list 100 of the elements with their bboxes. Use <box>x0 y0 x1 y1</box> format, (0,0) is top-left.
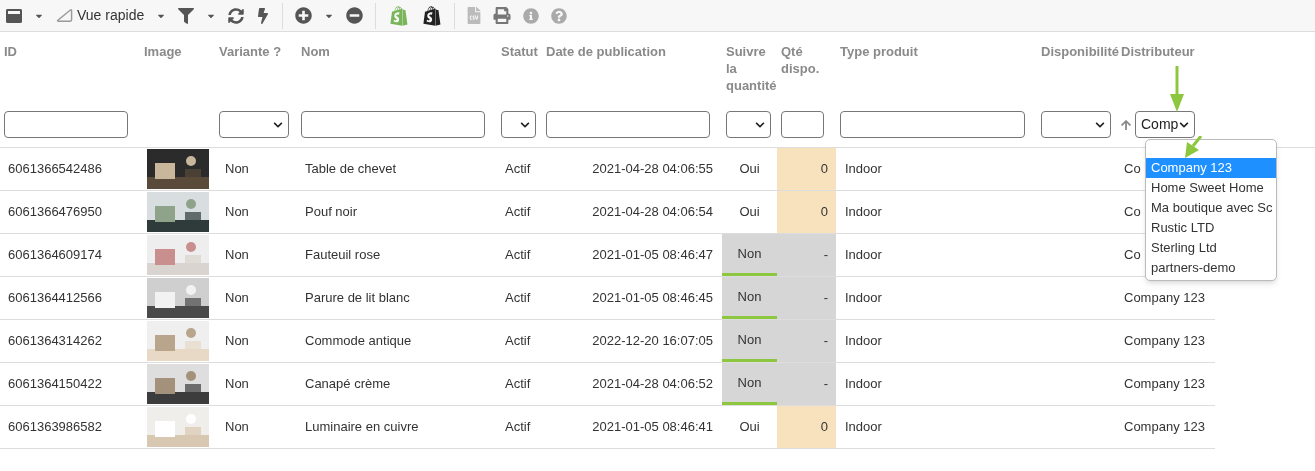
column-header[interactable]: Qté dispo. <box>781 43 836 77</box>
distributor-cell-text: Co <box>1124 160 1141 179</box>
date-cell-text: 2021-04-28 04:06:52 <box>592 375 713 394</box>
quantity-cell: 0 <box>777 148 836 190</box>
id-cell-text: 6061363986582 <box>8 418 102 437</box>
type-cell-text: Indoor <box>845 246 882 265</box>
date-cell-text: 2021-04-28 04:06:54 <box>592 203 713 222</box>
variant-cell-text: Non <box>225 289 249 308</box>
type-cell-text: Indoor <box>845 160 882 179</box>
status-cell-text: Actif <box>505 418 531 437</box>
window-icon[interactable] <box>6 7 22 24</box>
column-header[interactable]: Disponibilité <box>1041 43 1117 60</box>
status-cell-text: Actif <box>505 160 531 179</box>
type-cell-text: Indoor <box>845 418 882 437</box>
filter-select[interactable] <box>219 111 289 138</box>
filter-icon[interactable] <box>178 7 195 24</box>
date-cell-text: 2022-12-20 16:07:05 <box>592 332 713 351</box>
track-quantity-cell: Non <box>722 320 777 362</box>
filter-field[interactable] <box>301 111 485 138</box>
name-cell-text: Commode antique <box>305 332 412 351</box>
dropdown-option[interactable]: Company 123 <box>1146 158 1276 178</box>
chevron-down-icon <box>520 119 530 130</box>
column-header[interactable]: Image <box>144 43 215 60</box>
remove-icon[interactable] <box>346 7 364 24</box>
name-cell-text: Parure de lit blanc <box>305 289 410 308</box>
name-cell-text: Canapé crème <box>305 375 391 394</box>
print-icon[interactable] <box>493 7 512 24</box>
column-header[interactable]: Statut <box>501 43 542 60</box>
filter-select[interactable]: Comp <box>1135 111 1195 138</box>
dropdown-option[interactable]: Home Sweet Home <box>1146 178 1276 198</box>
pointer-arrow <box>1183 136 1203 158</box>
filter-select[interactable] <box>726 111 771 138</box>
id-cell-text: 6061364609174 <box>8 246 102 265</box>
filter-field[interactable] <box>546 111 710 138</box>
distributor-cell-text: Company 123 <box>1124 375 1205 394</box>
dropdown-option[interactable]: Sterling Ltd <box>1146 238 1276 258</box>
sort-arrow-icon[interactable] <box>1121 118 1131 131</box>
distributor-cell-text: Company 123 <box>1124 332 1205 351</box>
status-cell-text: Actif <box>505 246 531 265</box>
column-header[interactable]: Date de publication <box>546 43 722 60</box>
column-header[interactable]: Nom <box>301 43 497 60</box>
id-cell-text: 6061364412566 <box>8 289 102 308</box>
quantity-cell: - <box>777 320 836 362</box>
column-header[interactable]: Variante ? <box>219 43 297 60</box>
name-cell-text: Table de chevet <box>305 160 397 179</box>
add-icon[interactable] <box>295 7 313 24</box>
date-cell-text: 2021-01-05 08:46:45 <box>592 289 713 308</box>
type-cell-text: Indoor <box>845 332 882 351</box>
quantity-cell: - <box>777 277 836 319</box>
id-cell-text: 6061364150422 <box>8 375 102 394</box>
variant-cell-text: Non <box>225 418 249 437</box>
status-cell-text: Actif <box>505 289 531 308</box>
column-header[interactable]: ID <box>4 43 140 60</box>
filter-select[interactable] <box>501 111 536 138</box>
type-cell-text: Indoor <box>845 289 882 308</box>
distributor-cell-text: Co <box>1124 203 1141 222</box>
type-cell-text: Indoor <box>845 375 882 394</box>
filter-select[interactable] <box>1041 111 1111 138</box>
filter-field[interactable] <box>840 111 1025 138</box>
type-cell-text: Indoor <box>845 203 882 222</box>
date-cell-text: 2021-01-05 08:46:47 <box>592 246 713 265</box>
status-cell-text: Actif <box>505 203 531 222</box>
track-quantity-cell: Non <box>722 363 777 405</box>
chevron-down-icon <box>1095 119 1105 130</box>
refresh-icon[interactable] <box>228 7 245 24</box>
chevron-down-icon <box>273 119 283 130</box>
filter-field[interactable] <box>4 111 128 138</box>
quantity-cell: 0 <box>777 191 836 233</box>
distributor-cell-text: Co <box>1124 246 1141 265</box>
status-cell-text: Actif <box>505 332 531 351</box>
quick-view-button[interactable]: Vue rapide <box>56 5 145 26</box>
column-header[interactable]: Type produit <box>840 43 1037 60</box>
variant-cell-text: Non <box>225 160 249 179</box>
date-cell-text: 2021-04-28 04:06:55 <box>592 160 713 179</box>
quantity-cell: 0 <box>777 406 836 448</box>
id-cell-text: 6061364314262 <box>8 332 102 351</box>
lightning-icon[interactable] <box>256 7 271 24</box>
date-cell-text: 2021-01-05 08:46:41 <box>592 418 713 437</box>
id-cell-text: 6061366542486 <box>8 160 102 179</box>
variant-cell-text: Non <box>225 375 249 394</box>
distributor-cell-text: Company 123 <box>1124 418 1205 437</box>
name-cell-text: Fauteuil rose <box>305 246 381 265</box>
distributor-cell-text: Company 123 <box>1124 289 1205 308</box>
id-cell-text: 6061366476950 <box>8 203 102 222</box>
pointer-arrow <box>1169 66 1185 112</box>
shopping-bag-icon[interactable] <box>422 5 443 26</box>
quantity-cell: - <box>777 234 836 276</box>
variant-cell-text: Non <box>225 332 249 351</box>
dropdown-option[interactable]: Rustic LTD <box>1146 218 1276 238</box>
column-header[interactable]: Distributeur <box>1121 43 1215 60</box>
column-header[interactable]: Suivre la quantité <box>726 43 777 94</box>
chevron-down-icon <box>1179 119 1189 130</box>
dropdown-option[interactable]: partners-demo <box>1146 258 1276 278</box>
status-cell-text: Actif <box>505 375 531 394</box>
filter-field[interactable] <box>781 111 824 138</box>
chevron-down-icon <box>755 119 765 130</box>
dropdown-option[interactable]: Ma boutique avec Sc <box>1146 198 1276 218</box>
track-quantity-cell: Non <box>722 277 777 319</box>
track-quantity-cell: Non <box>722 234 777 276</box>
quantity-cell: - <box>777 363 836 405</box>
